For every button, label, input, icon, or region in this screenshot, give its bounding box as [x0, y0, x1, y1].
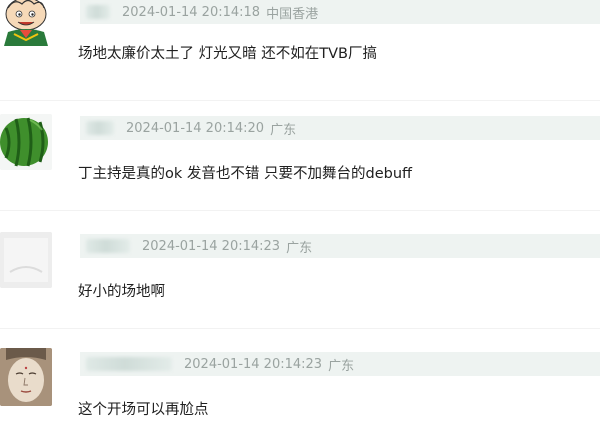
cartoon-boy-avatar-icon	[0, 0, 52, 46]
comment-text: 丁主持是真的ok 发音也不错 只要不加舞台的debuff	[78, 166, 412, 182]
user-avatar[interactable]	[0, 114, 52, 170]
username-blurred[interactable]	[86, 239, 130, 253]
watermelon-avatar-icon	[0, 114, 52, 170]
comment-location: 中国香港	[266, 6, 319, 22]
buddha-face-avatar-icon	[0, 348, 52, 406]
username-blurred[interactable]	[86, 121, 114, 135]
comment-location: 广东	[328, 358, 355, 374]
comment-divider	[0, 328, 600, 329]
comment-meta-bar: 2024-01-14 20:14:23 广东	[80, 234, 600, 258]
comment-text: 好小的场地啊	[78, 284, 165, 300]
user-avatar[interactable]	[0, 232, 52, 288]
comment-divider	[0, 100, 600, 101]
comment-divider	[0, 210, 600, 211]
comment-meta-bar: 2024-01-14 20:14:18 中国香港	[80, 0, 600, 24]
comment-text: 这个开场可以再尬点	[78, 402, 209, 418]
comment-location: 广东	[270, 122, 297, 138]
comment-timestamp: 2024-01-14 20:14:20	[126, 120, 265, 136]
comment-meta-bar: 2024-01-14 20:14:23 广东	[80, 352, 600, 376]
comment-timestamp: 2024-01-14 20:14:18	[122, 4, 261, 20]
username-blurred[interactable]	[86, 357, 172, 371]
username-blurred[interactable]	[86, 5, 110, 19]
blank-gray-avatar-icon	[0, 232, 52, 288]
user-avatar[interactable]	[0, 348, 52, 406]
comment-location: 广东	[286, 240, 313, 256]
comment-timestamp: 2024-01-14 20:14:23	[184, 356, 323, 372]
comment-timestamp: 2024-01-14 20:14:23	[142, 238, 281, 254]
comment-meta-bar: 2024-01-14 20:14:20 广东	[80, 116, 600, 140]
user-avatar[interactable]	[0, 0, 52, 46]
comment-text: 场地太廉价太土了 灯光又暗 还不如在TVB厂搞	[78, 46, 377, 62]
